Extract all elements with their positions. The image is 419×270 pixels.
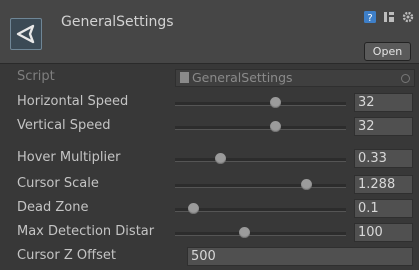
vertical-speed-slider-thumb[interactable] xyxy=(269,121,281,132)
cursor-scale-slider-track[interactable] xyxy=(175,184,346,188)
svg-text:?: ? xyxy=(367,13,372,24)
open-button[interactable]: Open xyxy=(364,42,411,61)
max-detection-distance-slider-thumb[interactable] xyxy=(239,227,251,238)
script-field-value: GeneralSettings xyxy=(192,70,293,85)
max-detection-distance-input[interactable]: 100 xyxy=(354,223,413,242)
script-row: Script GeneralSettings xyxy=(0,66,419,88)
hover-multiplier-slider-track[interactable] xyxy=(175,158,346,162)
script-file-icon xyxy=(180,72,189,83)
cursor-scale-slider-thumb[interactable] xyxy=(300,179,312,190)
cursor-z-offset-label: Cursor Z Offset xyxy=(17,248,116,263)
field-row-cursor-scale: Cursor Scale 1.288 xyxy=(0,173,419,195)
field-row-max-detection-distance: Max Detection Distar 100 xyxy=(0,221,419,243)
cursor-scale-input[interactable]: 1.288 xyxy=(354,175,413,194)
vertical-speed-input[interactable]: 32 xyxy=(354,117,413,136)
script-field[interactable]: GeneralSettings xyxy=(175,69,415,87)
object-picker-icon[interactable] xyxy=(401,74,410,83)
field-row-dead-zone: Dead Zone 0.1 xyxy=(0,197,419,219)
dead-zone-input[interactable]: 0.1 xyxy=(354,199,413,218)
unity-script-icon xyxy=(10,18,42,50)
max-detection-distance-label: Max Detection Distar xyxy=(17,224,155,239)
inspector-header: GeneralSettings ? Open xyxy=(0,0,419,64)
dead-zone-slider-thumb[interactable] xyxy=(187,203,199,214)
horizontal-speed-slider-track[interactable] xyxy=(175,102,346,106)
dead-zone-slider-track[interactable] xyxy=(175,208,346,212)
field-row-hover-multiplier: Hover Multiplier 0.33 xyxy=(0,147,419,169)
hover-multiplier-input[interactable]: 0.33 xyxy=(354,149,413,168)
cursor-z-offset-input[interactable]: 500 xyxy=(187,247,413,266)
book-help-icon[interactable]: ? xyxy=(363,10,377,24)
horizontal-speed-label: Horizontal Speed xyxy=(17,94,129,109)
dead-zone-label: Dead Zone xyxy=(17,200,89,215)
gear-icon[interactable] xyxy=(401,10,415,24)
hover-multiplier-label: Hover Multiplier xyxy=(17,150,121,165)
hover-multiplier-slider-thumb[interactable] xyxy=(215,153,227,164)
vertical-speed-slider-track[interactable] xyxy=(175,126,346,130)
horizontal-speed-input[interactable]: 32 xyxy=(354,93,413,112)
field-row-horizontal-speed: Horizontal Speed 32 xyxy=(0,91,419,113)
horizontal-speed-slider-thumb[interactable] xyxy=(269,97,281,108)
component-title: GeneralSettings xyxy=(61,14,174,30)
vertical-speed-label: Vertical Speed xyxy=(17,118,111,133)
max-detection-distance-slider-track[interactable] xyxy=(175,232,346,236)
field-row-cursor-z-offset: Cursor Z Offset 500 xyxy=(0,245,419,267)
layout-icon[interactable] xyxy=(382,10,396,24)
script-label: Script xyxy=(17,69,55,84)
cursor-scale-label: Cursor Scale xyxy=(17,176,99,191)
field-row-vertical-speed: Vertical Speed 32 xyxy=(0,115,419,137)
